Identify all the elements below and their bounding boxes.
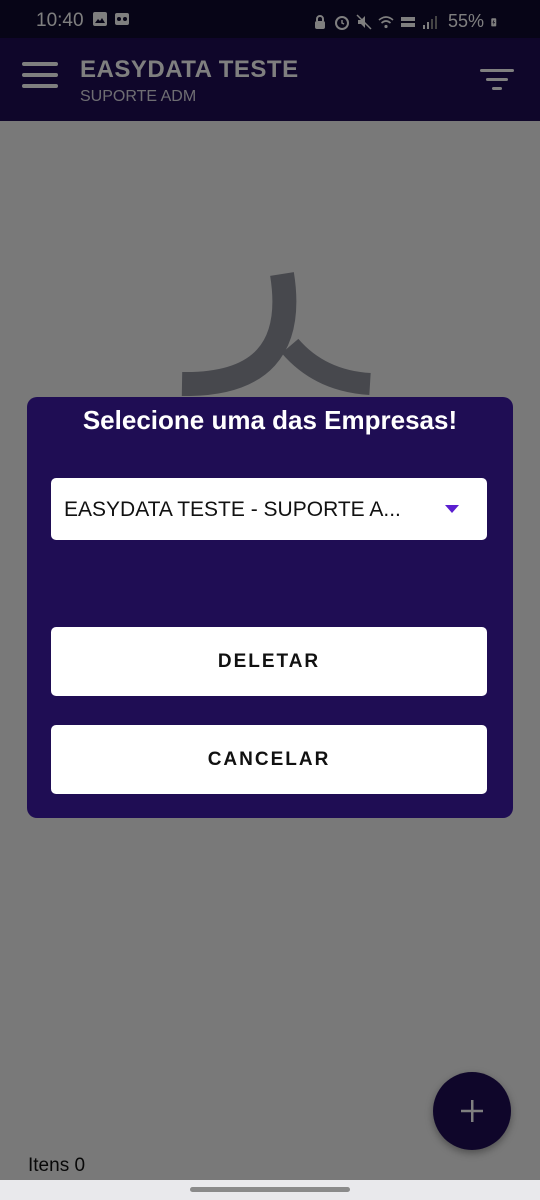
dropdown-caret-icon bbox=[445, 505, 459, 513]
navigation-bar bbox=[0, 1180, 540, 1200]
select-company-dialog: Selecione uma das Empresas! EASYDATA TES… bbox=[27, 397, 513, 818]
cancel-button[interactable]: CANCELAR bbox=[51, 725, 487, 794]
dialog-title: Selecione uma das Empresas! bbox=[82, 405, 458, 435]
company-select-value: EASYDATA TESTE - SUPORTE A... bbox=[64, 498, 401, 521]
delete-button[interactable]: DELETAR bbox=[51, 627, 487, 696]
gesture-handle[interactable] bbox=[190, 1187, 350, 1192]
company-select[interactable]: EASYDATA TESTE - SUPORTE A... bbox=[51, 478, 487, 540]
